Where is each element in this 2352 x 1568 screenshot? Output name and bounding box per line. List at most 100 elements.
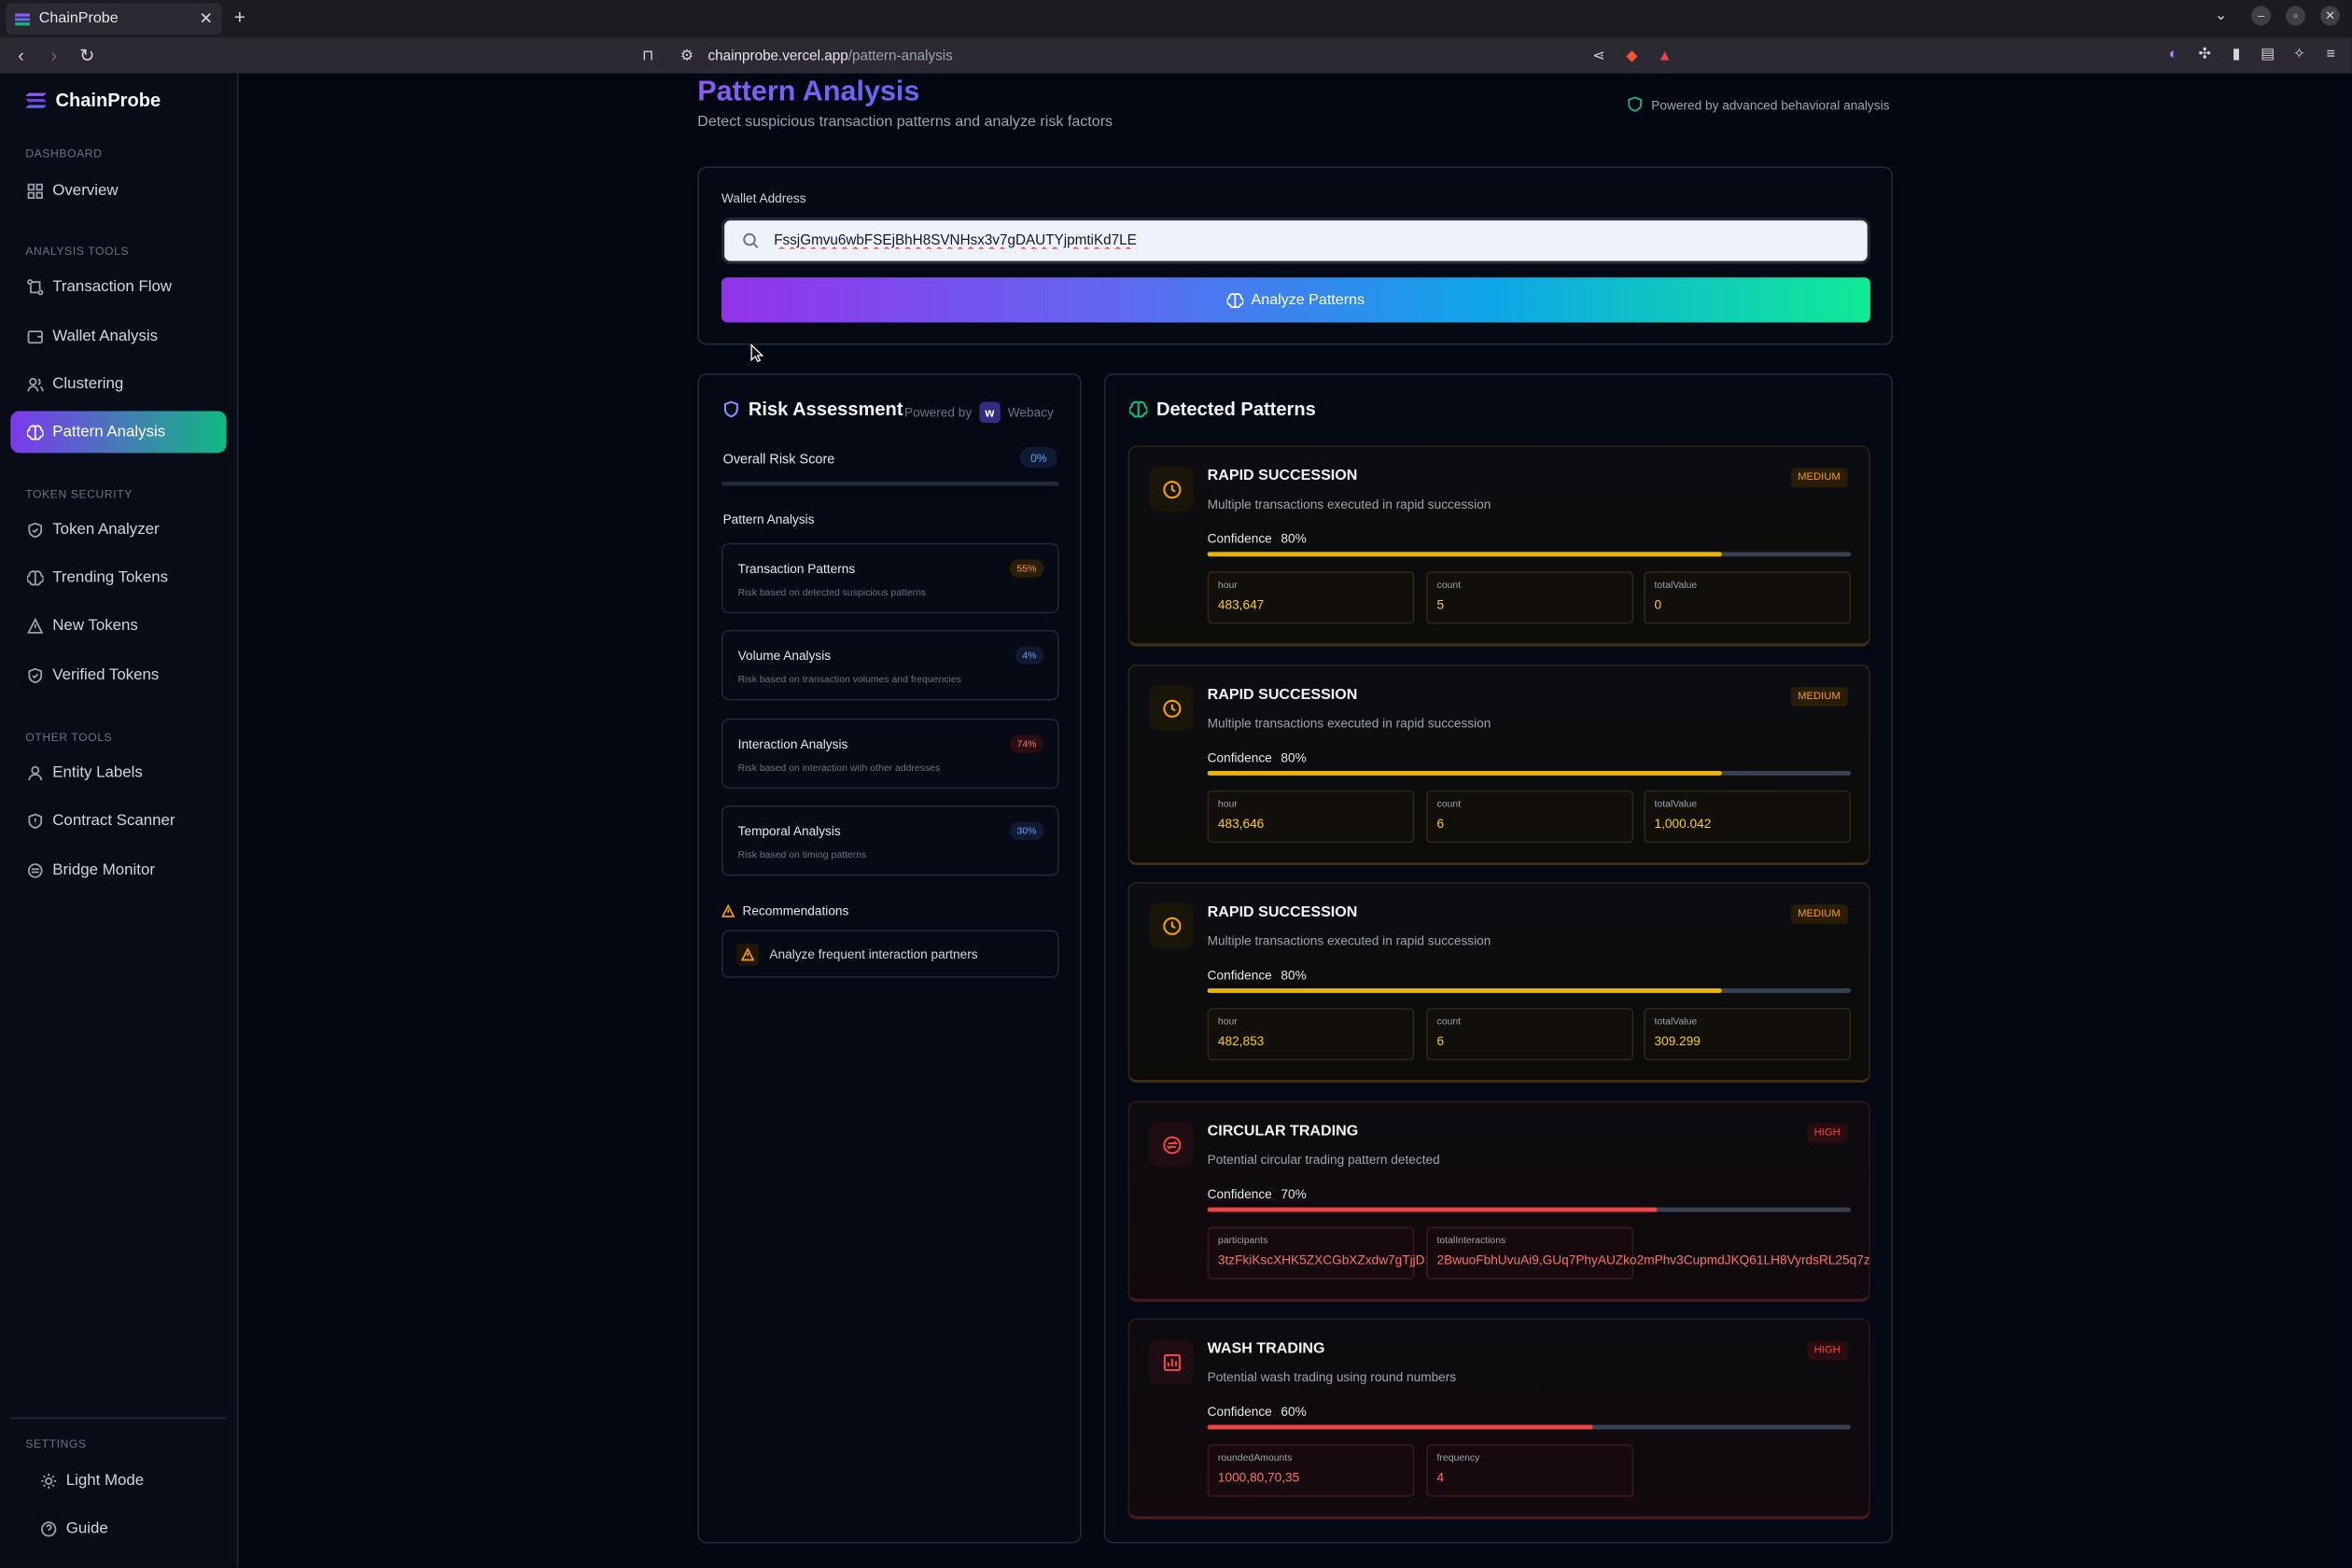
provider-name: Webacy [1007,404,1054,420]
wallet-address-input[interactable] [774,232,1674,249]
metric-box: roundedAmounts 1000,80,70,35 [1207,1444,1415,1497]
risk-factor-desc: Risk based on detected suspicious patter… [737,587,927,599]
close-tab-icon[interactable]: ✕ [199,9,213,28]
user-icon [27,764,44,781]
pattern-card[interactable]: RAPID SUCCESSION Multiple transactions e… [1127,881,1870,1084]
metric-value: 4 [1436,1469,1445,1485]
metric-box: count 6 [1426,1007,1634,1061]
sidebar-item-overview[interactable]: Overview [10,170,226,212]
light-mode-label: Light Mode [65,1471,145,1490]
risk-factor-badge: 55% [1009,559,1044,578]
shield-check-icon [27,521,44,538]
menu-icon[interactable]: ≡ [2322,45,2340,63]
confidence-label: Confidence 60% [1208,1404,1307,1419]
pattern-card[interactable]: RAPID SUCCESSION Multiple transactions e… [1127,445,1870,647]
metric-box: totalInteractions 2BwuoFbhUvuAi9,GUq7PhyA… [1426,1226,1869,1280]
forward-icon[interactable]: › [45,45,63,65]
severity-badge: HIGH [1806,1340,1848,1361]
close-window-icon[interactable]: ✕ [2320,6,2340,26]
brain-icon [1129,400,1148,418]
address-bar[interactable]: ⊓ ⚙ chainprobe.vercel.app/pattern-analys… [639,37,1674,74]
brave-shield-icon[interactable]: ◆ [1623,47,1641,64]
recommendation-item: Analyze frequent interaction partners [721,930,1059,978]
wallet-search-box[interactable] [721,217,1870,264]
sidebar-item-wallet-analysis[interactable]: Wallet Analysis [10,315,226,357]
brave-rewards-icon[interactable]: ▲ [1656,47,1673,64]
metric-key: frequency [1436,1453,1480,1464]
sidebar-item-transaction-flow[interactable]: Transaction Flow [10,265,226,307]
metric-value: 3tzFkiKscXHK5ZXCGbXZxdw7gTjjD1dF [1217,1252,1448,1267]
metric-key: totalValue [1654,799,1698,810]
tab-list-chevron-icon[interactable]: ⌄ [2215,7,2227,24]
extensions-icon[interactable]: ✣ [2196,45,2214,63]
sidebar-item-new-tokens[interactable]: New Tokens [10,605,226,647]
back-icon[interactable]: ‹ [12,45,30,65]
metric-key: roundedAmounts [1217,1453,1293,1464]
sparkle-icon[interactable]: ✧ [2290,45,2308,63]
pattern-card[interactable]: CIRCULAR TRADING Potential circular trad… [1127,1100,1870,1302]
reload-icon[interactable]: ↻ [78,45,96,65]
help-circle-icon [40,1520,57,1537]
search-icon [743,232,759,249]
sidebar-item-bridge-monitor[interactable]: Bridge Monitor [10,849,226,891]
share-icon[interactable]: ⋖ [1589,47,1607,64]
confidence-bar-fill [1207,988,1723,993]
page-subtitle: Detect suspicious transaction patterns a… [697,114,1113,131]
pattern-name: CIRCULAR TRADING [1207,1123,1359,1141]
leo-ai-icon[interactable]: ◐ [2164,45,2182,63]
metric-key: totalValue [1654,580,1698,592]
sidebar-item-label: Token Analyzer [52,520,160,539]
guide-link[interactable]: Guide [10,1507,226,1549]
metric-box: count 6 [1426,790,1634,844]
metric-value: 0 [1654,596,1662,612]
pattern-card[interactable]: RAPID SUCCESSION Multiple transactions e… [1127,664,1870,866]
analyze-patterns-button[interactable]: Analyze Patterns [721,277,1870,323]
sidebar-item-token-analyzer[interactable]: Token Analyzer [10,509,226,551]
chainprobe-logo-icon [25,91,47,107]
risk-factor-title: Transaction Patterns [737,561,856,577]
sidebar-item-clustering[interactable]: Clustering [10,363,226,405]
detected-patterns-card: Detected Patterns RAPID SUCCESSION Multi… [1103,373,1894,1544]
site-info-icon[interactable]: ⚙ [678,47,695,64]
sidebar-item-verified-tokens[interactable]: Verified Tokens [10,654,226,696]
sidebar-item-label: Pattern Analysis [52,423,166,441]
metric-key: hour [1217,799,1238,810]
bookmark-icon[interactable]: ⊓ [639,47,657,64]
wallet-icon[interactable]: ▤ [2259,45,2276,63]
sidebar-item-trending-tokens[interactable]: Trending Tokens [10,556,226,598]
metric-box: totalValue 1,000.042 [1644,790,1852,844]
sidebar-item-entity-labels[interactable]: Entity Labels [10,751,226,793]
circular-arrows-icon [1148,1122,1195,1168]
powered-by-webacy[interactable]: Powered by w Webacy [904,401,1054,424]
risk-factor-volume-analysis: Volume Analysis Risk based on transactio… [721,629,1059,701]
sidebar-toggle-icon[interactable]: ▮ [2227,45,2245,63]
section-dashboard: DASHBOARD [25,147,103,161]
metric-box: hour 483,646 [1207,790,1415,844]
pattern-card[interactable]: WASH TRADING Potential wash trading usin… [1127,1318,1870,1519]
sidebar-item-pattern-analysis[interactable]: Pattern Analysis [10,411,227,454]
metric-box: hour 482,853 [1207,1007,1415,1061]
restore-window-icon[interactable]: ▫ [2286,6,2305,26]
browser-tab[interactable]: ChainProbe ✕ [6,3,222,35]
sidebar-item-label: Wallet Analysis [52,327,159,345]
powered-text: Powered by advanced behavioral analysis [1651,96,1890,112]
confidence-text: Confidence [1207,967,1272,983]
confidence-value: 80% [1281,967,1307,983]
pattern-desc: Potential circular trading pattern detec… [1207,1152,1440,1168]
brand-logo[interactable]: ChainProbe [25,90,161,111]
sidebar-item-contract-scanner[interactable]: Contract Scanner [10,800,226,842]
shield-check-icon [27,666,44,683]
new-tab-icon[interactable]: + [234,6,245,28]
detected-patterns-text: Detected Patterns [1155,399,1316,420]
metric-value: 309.299 [1654,1033,1701,1049]
minimize-window-icon[interactable]: – [2251,6,2271,26]
metric-value: 1000,80,70,35 [1217,1469,1300,1485]
metric-box: totalValue 0 [1644,571,1852,624]
sidebar-item-label: Overview [52,181,119,200]
risk-factor-badge: 74% [1009,735,1044,753]
app: ChainProbe DASHBOARD Overview ANALYSIS T… [0,73,2352,1568]
severity-badge: HIGH [1806,1123,1848,1143]
alert-triangle-icon [721,903,735,917]
powered-by-label: Powered by [904,404,973,420]
light-mode-toggle[interactable]: Light Mode [10,1460,226,1502]
